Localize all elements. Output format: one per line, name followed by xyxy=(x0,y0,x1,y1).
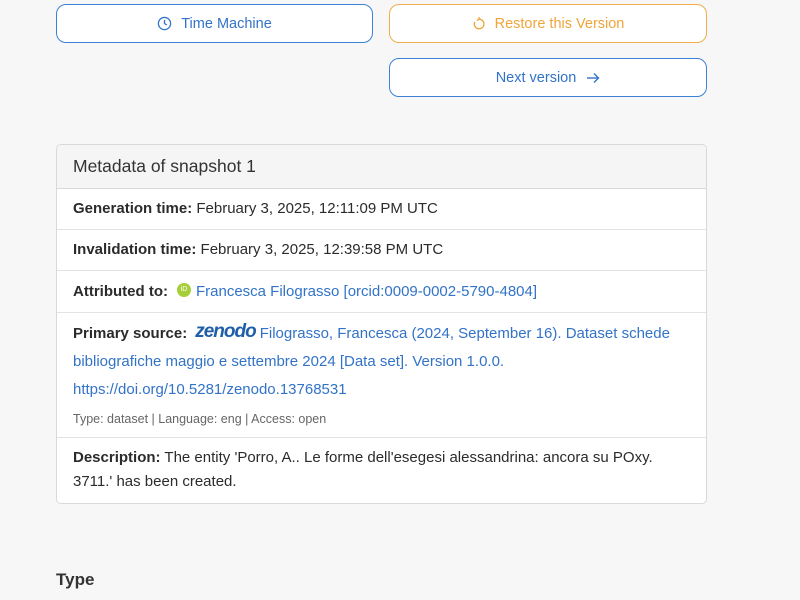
page: Time Machine Restore this Version Next v… xyxy=(0,0,800,600)
arrow-right-icon xyxy=(587,72,600,83)
restore-version-button[interactable]: Restore this Version xyxy=(389,4,707,43)
snapshot-metadata-card: Metadata of snapshot 1 Generation time: … xyxy=(56,144,707,504)
clock-icon xyxy=(157,16,172,31)
attributed-to-label: Attributed to: xyxy=(73,282,168,300)
type-section-heading: Type xyxy=(56,570,95,589)
invalidation-time-row: Invalidation time: February 3, 2025, 12:… xyxy=(57,230,706,271)
restore-icon xyxy=(473,16,485,29)
card-title: Metadata of snapshot 1 xyxy=(57,145,706,189)
zenodo-logo: zenodo xyxy=(195,321,256,342)
restore-version-label: Restore this Version xyxy=(494,15,625,32)
generation-time-value: February 3, 2025, 12:11:09 PM UTC xyxy=(196,200,438,217)
time-machine-label: Time Machine xyxy=(181,15,272,32)
attributed-to-row: Attributed to: iD Francesca Filograsso [or… xyxy=(57,271,706,313)
description-label: Description: xyxy=(73,449,161,466)
primary-source-link-line1[interactable]: Filograsso, Francesca (2024, September 1… xyxy=(260,325,670,342)
primary-source-link-line2[interactable]: bibliografiche maggio e settembre 2024 [… xyxy=(73,353,504,370)
next-version-label: Next version xyxy=(495,69,577,86)
invalidation-time-label: Invalidation time: xyxy=(73,241,197,258)
generation-time-row: Generation time: February 3, 2025, 12:11… xyxy=(57,189,706,230)
attributed-to-link[interactable]: Francesca Filograsso [orcid:0009-0002-57… xyxy=(196,283,537,300)
orcid-icon: iD xyxy=(176,282,191,297)
next-version-button[interactable]: Next version xyxy=(389,58,707,97)
primary-source-doi-link[interactable]: https://doi.org/10.5281/zenodo.13768531 xyxy=(73,381,347,398)
description-row: Description: The entity 'Porro, A.. Le f… xyxy=(57,438,706,503)
primary-source-row: Primary source: zenodo Filograsso, Frances… xyxy=(57,313,706,438)
primary-source-meta: Type: dataset | Language: eng | Access: … xyxy=(73,412,327,426)
time-machine-button[interactable]: Time Machine xyxy=(56,4,373,43)
generation-time-label: Generation time: xyxy=(73,200,193,217)
primary-source-label: Primary source: xyxy=(73,325,188,342)
invalidation-time-value: February 3, 2025, 12:39:58 PM UTC xyxy=(200,241,444,258)
